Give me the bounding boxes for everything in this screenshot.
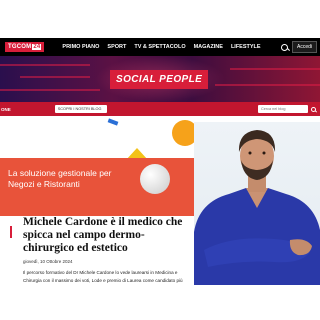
blog-select-dropdown[interactable]: SCOPRI I NOSTRI BLOG — [54, 105, 107, 113]
blog-banner: SOCIAL PEOPLE — [0, 56, 320, 102]
menu-item-sport[interactable]: SPORT — [107, 44, 126, 50]
eye — [262, 151, 266, 155]
subnav-home-link[interactable]: ONE — [1, 107, 11, 112]
banner-stripe — [230, 68, 320, 70]
menu-item-tv-spettacolo[interactable]: TV & SPETTACOLO — [134, 44, 185, 50]
brand-logo-number: 24 — [32, 44, 42, 50]
brand-logo[interactable]: TGCOM 24 — [5, 42, 45, 52]
ad-text: La soluzione gestionale per Negozi e Ris… — [8, 168, 112, 189]
search-icon[interactable] — [311, 106, 316, 112]
doctor-photo — [194, 122, 320, 285]
brand-logo-text: TGCOM — [8, 44, 32, 50]
top-actions: Accedi — [280, 41, 317, 53]
ad-product-image — [140, 164, 170, 194]
menu-item-magazine[interactable]: MAGAZINE — [194, 44, 223, 50]
decorative-shape — [172, 120, 194, 146]
banner-stripe — [0, 89, 100, 91]
doctor-photo-illustration — [194, 130, 320, 285]
article-body: Il percorso formativo del Dr Michele Car… — [23, 270, 183, 283]
title-accent-bar — [10, 226, 12, 238]
photo-bottom-margin — [194, 285, 320, 320]
banner-stripe — [0, 64, 90, 66]
main-menu: PRIMO PIANO SPORT TV & SPETTACOLO MAGAZI… — [62, 44, 260, 50]
blog-subnav: ONE SCOPRI I NOSTRI BLOG — [0, 102, 320, 116]
article-date: giovedì, 10 Ottobre 2024 — [23, 259, 73, 264]
blog-search-input[interactable] — [258, 105, 308, 113]
menu-item-lifestyle[interactable]: LIFESTYLE — [231, 44, 261, 50]
page-top-margin — [0, 0, 320, 38]
banner-stripe — [20, 76, 90, 78]
decorative-shape — [107, 118, 119, 126]
eye — [248, 151, 252, 155]
top-navigation-bar: TGCOM 24 PRIMO PIANO SPORT TV & SPETTACOL… — [0, 38, 320, 56]
menu-item-primo-piano[interactable]: PRIMO PIANO — [62, 44, 99, 50]
login-button[interactable]: Accedi — [291, 41, 317, 53]
banner-stripe — [215, 84, 320, 86]
banner-title: SOCIAL PEOPLE — [110, 70, 209, 89]
search-icon[interactable] — [280, 43, 288, 51]
advertisement-banner[interactable]: La soluzione gestionale per Negozi e Ris… — [0, 158, 194, 216]
article-title[interactable]: Michele Cardone è il medico che spicca n… — [23, 216, 191, 255]
main-content: La soluzione gestionale per Negozi e Ris… — [0, 116, 194, 320]
